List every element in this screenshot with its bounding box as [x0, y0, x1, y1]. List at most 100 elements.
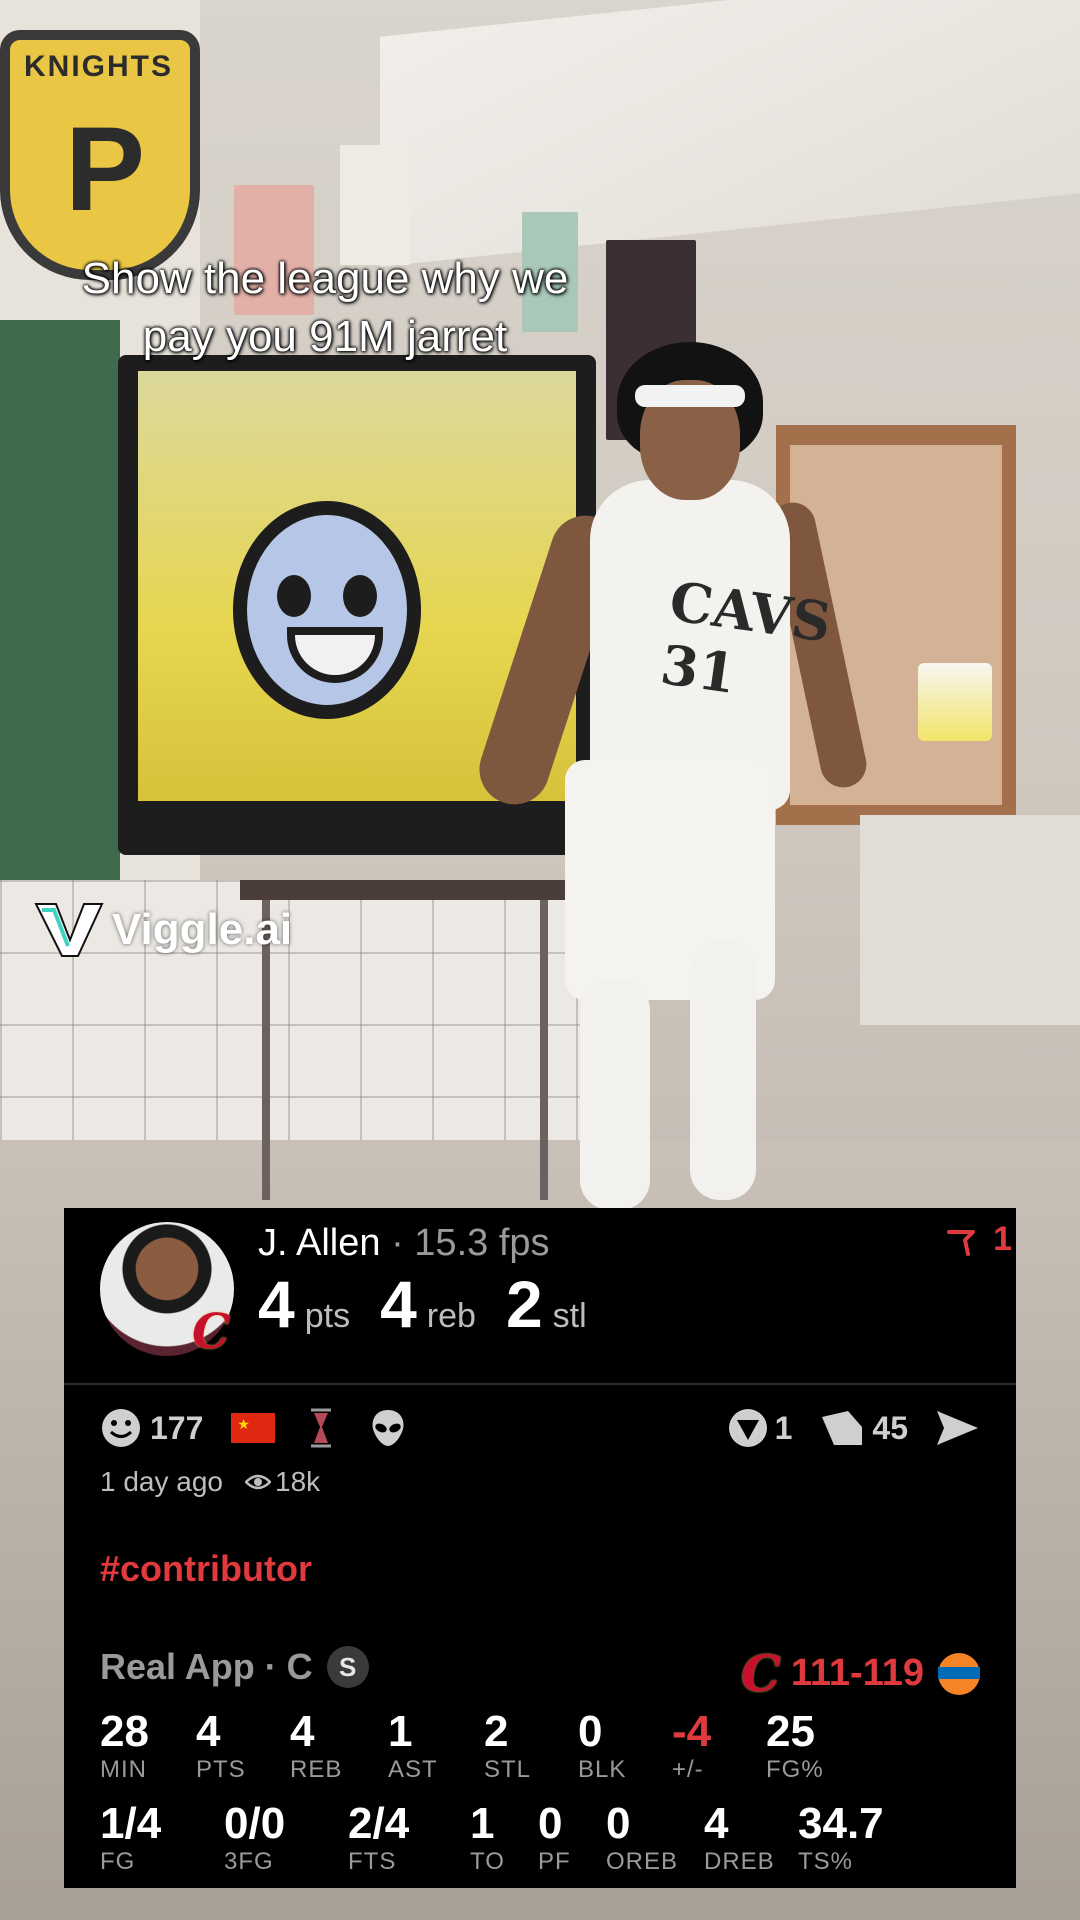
box-label: STL — [484, 1756, 532, 1783]
vote-icon[interactable] — [727, 1407, 769, 1449]
box-value: 0 — [606, 1799, 631, 1848]
app-name[interactable]: Real App · C — [100, 1646, 313, 1688]
box-label: PTS — [196, 1756, 246, 1783]
box-label: FG — [100, 1848, 136, 1875]
box-cell-fg: 1/4 FG — [100, 1800, 161, 1876]
box-cell-dreb: 4 DREB — [704, 1800, 775, 1876]
box-label: PF — [538, 1848, 571, 1875]
shield-letter: P — [65, 102, 146, 236]
box-cell-ast: 1 AST — [388, 1708, 438, 1784]
box-cell-plus-minus: -4 +/- — [672, 1708, 711, 1784]
box-value: 1 — [388, 1707, 413, 1756]
knights-shield-logo: KNIGHTS P — [0, 30, 200, 280]
chalkboard — [0, 320, 120, 880]
share-icon[interactable] — [934, 1407, 980, 1449]
viggle-watermark: Viggle.ai — [34, 900, 292, 960]
box-label: 3FG — [224, 1848, 274, 1875]
box-label: FG% — [766, 1756, 824, 1783]
cavaliers-logo: C — [741, 1644, 781, 1703]
caption-line-2: pay you 91M jarret — [142, 312, 508, 361]
box-cell-3fg: 0/0 3FG — [224, 1800, 285, 1876]
video-caption: Show the league why we pay you 91M jarre… — [0, 250, 650, 366]
box-value: 0/0 — [224, 1799, 286, 1848]
alien-icon[interactable] — [367, 1407, 409, 1449]
desk — [860, 815, 1080, 1025]
box-label: AST — [388, 1756, 438, 1783]
box-cell-fg-pct: 25 FG% — [766, 1708, 824, 1784]
stat-unit-reb: reb — [426, 1297, 476, 1335]
reaction-bar: 177 ★ — [100, 1404, 409, 1452]
box-cell-blk: 0 BLK — [578, 1708, 626, 1784]
hourglass-icon[interactable] — [303, 1407, 339, 1449]
box-value: 4 — [290, 1707, 315, 1756]
caption-line-1: Show the league why we — [81, 254, 569, 303]
box-label: MIN — [100, 1756, 147, 1783]
player-fps: · 15.3 fps — [380, 1222, 550, 1264]
box-label: FTS — [348, 1848, 397, 1875]
flag-icon[interactable] — [946, 1226, 976, 1258]
jersey-text: CAVS 31 — [656, 568, 836, 707]
view-count: 18k — [245, 1466, 320, 1498]
s-badge: S — [326, 1646, 369, 1688]
box-value: 4 — [704, 1799, 729, 1848]
stat-unit-stl: stl — [552, 1297, 587, 1335]
flag-count: 1 — [993, 1220, 1012, 1258]
box-label: OREB — [606, 1848, 679, 1875]
vote-count: 1 — [774, 1409, 793, 1446]
watermark-text: Viggle.ai — [112, 905, 293, 954]
stat-value-reb: 4 — [380, 1267, 417, 1341]
box-cell-fts: 2/4 FTS — [348, 1800, 409, 1876]
view-count-text: 18k — [275, 1466, 321, 1497]
box-label: TS% — [798, 1848, 854, 1875]
box-label: BLK — [578, 1756, 627, 1783]
box-value: 0 — [538, 1799, 563, 1848]
smiley-count: 177 — [150, 1409, 204, 1446]
score-text: 111-119 — [790, 1652, 924, 1694]
post-meta: 1 day ago 18k — [100, 1466, 320, 1498]
box-value: 34.7 — [798, 1799, 884, 1848]
divider — [64, 1383, 1016, 1385]
box-cell-min: 28 MIN — [100, 1708, 149, 1784]
player-stat-card[interactable]: C J. Allen · 15.3 fps 4 pts 4 reb 2 stl … — [64, 1208, 1016, 1888]
box-cell-reb: 4 REB — [290, 1708, 342, 1784]
box-value: 1/4 — [100, 1799, 162, 1848]
shield-text: KNIGHTS — [24, 50, 173, 83]
cartoon-face — [233, 501, 421, 719]
post-time: 1 day ago — [100, 1466, 223, 1497]
eye-icon — [245, 1474, 271, 1490]
box-value: 4 — [196, 1707, 221, 1756]
box-value: 25 — [766, 1707, 815, 1756]
viggle-logo-icon — [34, 903, 104, 957]
statline: 4 pts 4 reb 2 stl — [258, 1266, 617, 1342]
smiley-icon[interactable] — [100, 1407, 142, 1449]
player-name[interactable]: J. Allen · 15.3 fps — [258, 1222, 550, 1265]
stat-unit-pts: pts — [304, 1297, 351, 1335]
china-flag-icon[interactable]: ★ — [231, 1413, 276, 1443]
game-score[interactable]: C 111-119 — [741, 1644, 980, 1703]
action-bar: 1 45 — [727, 1404, 980, 1452]
source-row: Real App · C S — [100, 1646, 369, 1688]
cavaliers-logo: C — [192, 1304, 231, 1360]
box-value: 0 — [578, 1707, 603, 1756]
stat-value-pts: 4 — [258, 1267, 295, 1341]
box-value: 28 — [100, 1707, 149, 1756]
box-cell-oreb: 0 OREB — [606, 1800, 678, 1876]
comment-count: 45 — [872, 1409, 908, 1446]
box-value: -4 — [672, 1707, 712, 1756]
box-label: TO — [470, 1848, 505, 1875]
box-value: 2 — [484, 1707, 509, 1756]
hashtag-link[interactable]: #contributor — [100, 1548, 312, 1590]
box-cell-pf: 0 PF — [538, 1800, 571, 1876]
comment-icon[interactable] — [818, 1407, 866, 1449]
box-value: 1 — [470, 1799, 495, 1848]
box-label: DREB — [704, 1848, 775, 1875]
box-value: 2/4 — [348, 1799, 410, 1848]
box-cell-to: 1 TO — [470, 1800, 505, 1876]
lamp — [918, 663, 992, 741]
ceiling — [380, 0, 1080, 267]
player-figure: CAVS 31 — [470, 330, 871, 1210]
player-name-text: J. Allen — [258, 1222, 381, 1264]
box-label: REB — [290, 1756, 343, 1783]
stat-value-stl: 2 — [505, 1267, 543, 1341]
knicks-logo — [938, 1652, 980, 1695]
